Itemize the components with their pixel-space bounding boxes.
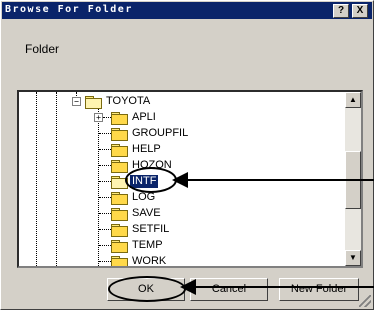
folder-icon [111,159,128,173]
tree-item-label: GROUPFIL [132,127,189,139]
tree-line [99,197,111,198]
tree-item-help[interactable]: HELP [111,142,163,157]
folder-icon [111,239,128,253]
tree-item-groupfil[interactable]: GROUPFIL [111,126,190,141]
resize-grip[interactable] [359,295,371,307]
tree-item-label: HELP [132,143,161,155]
tree-item-label: WORK [132,255,167,267]
annotation-arrow-line [186,179,374,181]
scroll-up-button[interactable]: ▲ [345,92,361,108]
annotation-oval-intf [125,167,177,193]
annotation-arrow-line [194,286,374,288]
help-button[interactable]: ? [333,4,349,18]
folder-icon [111,191,128,205]
tree-item-toyota[interactable]: TOYOTA [85,94,152,109]
tree-item-label: TOYOTA [106,95,151,107]
tree-line [36,92,37,266]
cancel-button[interactable]: Cancel [190,278,268,301]
tree-line [99,133,111,134]
title-bar[interactable]: Browse For Folder ? X [2,2,372,19]
window-title: Browse For Folder [5,4,133,15]
tree-line [56,92,57,266]
folder-open-icon [85,95,102,109]
tree-line [99,245,111,246]
tree-line [98,106,99,266]
folder-icon [111,143,128,157]
scroll-down-button[interactable]: ▼ [345,250,361,266]
tree-line [99,181,111,182]
browse-folder-dialog: Browse For Folder ? X Folder − TOYOTA + … [0,0,374,310]
tree-item-save[interactable]: SAVE [111,206,163,221]
tree-item-setfil[interactable]: SETFIL [111,222,171,237]
tree-item-label: SAVE [132,207,161,219]
tree-line [99,261,111,262]
tree-item-temp[interactable]: TEMP [111,238,165,253]
tree-item-label: APLI [132,111,156,123]
tree-line [103,117,111,118]
folder-icon [111,207,128,221]
tree-item-label: SETFIL [132,223,170,235]
tree-line [99,229,111,230]
expand-toggle[interactable]: + [94,113,103,122]
folder-label: Folder [25,42,60,56]
tree-item-work[interactable]: WORK [111,254,168,267]
folder-icon [111,255,128,266]
tree-line [99,165,111,166]
folder-icon [111,127,128,141]
folder-icon [111,223,128,237]
tree-line [99,149,111,150]
tree-item-label: TEMP [132,239,163,251]
collapse-toggle[interactable]: − [72,97,81,106]
close-button[interactable]: X [352,4,368,18]
tree-item-apli[interactable]: APLI [111,110,158,125]
tree-line [99,213,111,214]
new-folder-button[interactable]: New Folder [279,278,359,301]
folder-icon [111,111,128,125]
annotation-oval-ok [108,276,186,302]
